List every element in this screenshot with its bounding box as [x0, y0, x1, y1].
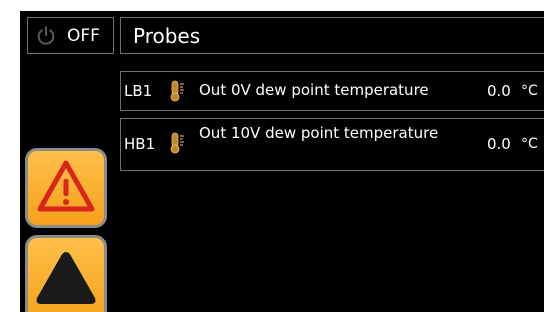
page-title: Probes [133, 24, 201, 48]
probe-id: LB1 [124, 82, 153, 100]
alarm-button[interactable] [25, 148, 107, 228]
probe-description: Out 10V dew point temperature [199, 124, 439, 142]
probe-id: HB1 [124, 135, 156, 153]
probe-value: 0.0 [487, 135, 511, 153]
power-toggle-button[interactable]: OFF [27, 17, 114, 54]
power-icon [37, 26, 55, 45]
probe-value: 0.0 [487, 82, 511, 100]
thermometer-icon [170, 132, 184, 154]
probe-unit: °C [521, 83, 538, 99]
thermometer-icon [170, 80, 184, 102]
triangle-up-icon [36, 252, 96, 304]
header-bar: Probes [120, 17, 544, 54]
probe-description: Out 0V dew point temperature [199, 81, 429, 99]
probe-row-hb1[interactable]: HB1 Out 10V dew point temperature 0.0 °C [120, 118, 544, 171]
power-state-label: OFF [67, 26, 100, 46]
probe-unit: °C [521, 136, 538, 152]
warning-icon [37, 160, 95, 212]
probe-row-lb1[interactable]: LB1 Out 0V dew point temperature 0.0 °C [120, 71, 544, 111]
screen: OFF Probes LB1 Out 0V dew point temperat… [20, 11, 544, 312]
scroll-up-button[interactable] [25, 235, 107, 312]
